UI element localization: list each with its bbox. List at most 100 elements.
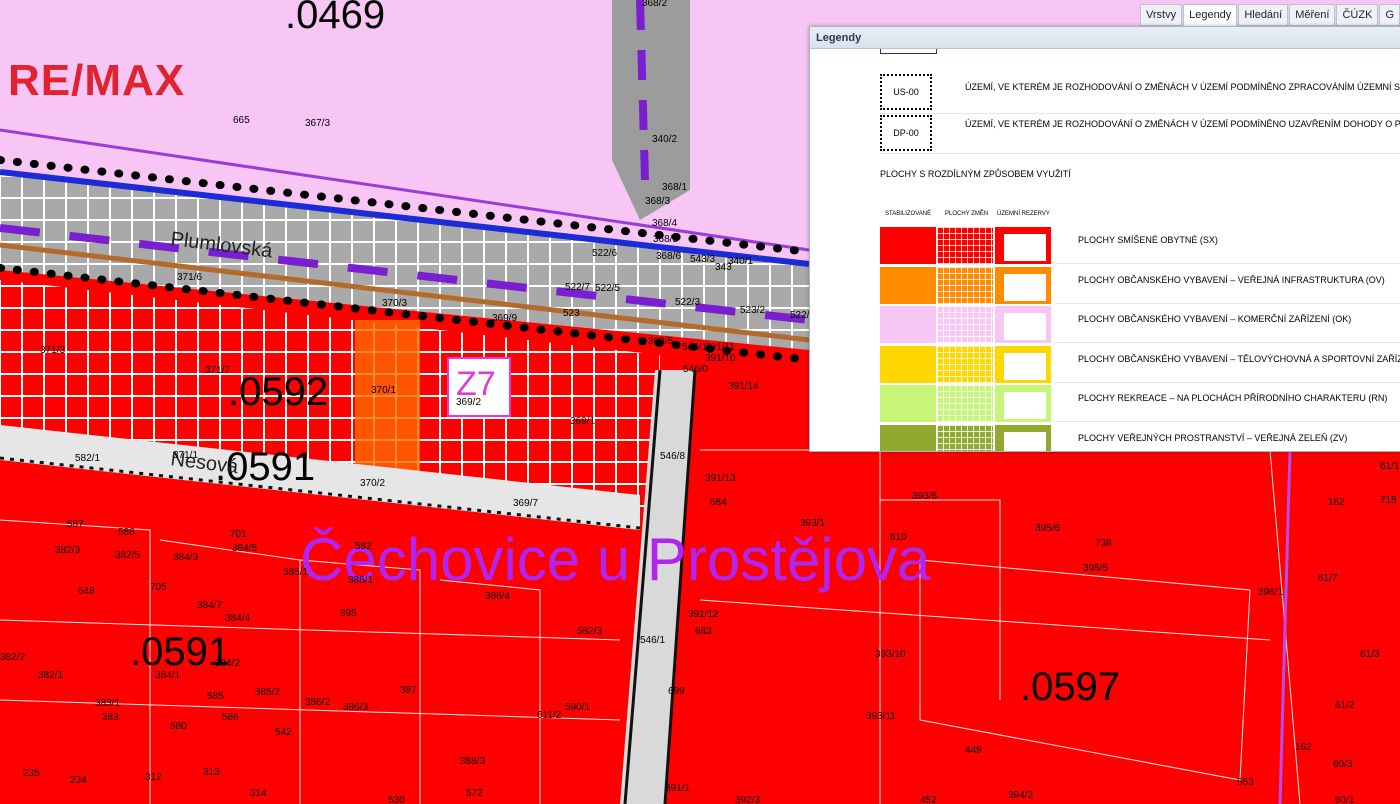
- parcel-number: 61/2: [1335, 700, 1355, 711]
- parcel-number: 340/2: [652, 134, 677, 145]
- swatch-change: [937, 306, 993, 343]
- parcel-number: 385/1: [283, 567, 308, 578]
- swatch-change: [937, 385, 993, 422]
- separator: [1055, 421, 1400, 422]
- parcel-number: 449: [965, 745, 982, 756]
- swatch-reserve: [995, 266, 1051, 304]
- legend-title: Legendy: [810, 27, 1400, 49]
- parcel-number: 391/11: [705, 342, 735, 353]
- parcel-number: 530: [388, 795, 405, 804]
- swatch-reserve: [995, 306, 1051, 343]
- parcel-number: 384/2: [215, 658, 240, 669]
- parcel-number: 313: [203, 767, 220, 778]
- parcel-number: 665: [233, 115, 250, 126]
- parcel-number: 368/6: [656, 251, 681, 262]
- parcel-number: 543/3: [690, 254, 715, 265]
- swatch-change: [937, 345, 993, 383]
- parcel-number: 394/2: [1008, 790, 1033, 801]
- separator: [1055, 263, 1400, 264]
- parcel-number: 368/4: [652, 218, 677, 229]
- parcel-number: 370/1: [371, 385, 396, 396]
- parcel-number: 391/14: [728, 381, 759, 392]
- symbol-us00: US-00: [880, 74, 932, 110]
- swatch-stabilized: [880, 385, 936, 422]
- parcel-number: 387: [400, 685, 417, 696]
- parcel-number: 60/3: [1333, 759, 1353, 770]
- parcel-number: 370/3: [382, 298, 407, 309]
- swatch-stabilized: [880, 266, 936, 304]
- parcel-number: 523: [563, 308, 580, 319]
- swatch-reserve: [995, 424, 1051, 451]
- tab-legendy[interactable]: Legendy: [1183, 4, 1238, 26]
- parcel-number: 563: [1237, 777, 1254, 788]
- parcel-number: 162: [1295, 742, 1312, 753]
- tab-vrstvy[interactable]: Vrstvy: [1139, 4, 1183, 26]
- parcel-number: 522/7: [565, 282, 590, 293]
- parcel-number: 705: [150, 582, 167, 593]
- parcel-number: 395/5: [1083, 563, 1108, 574]
- parcel-number: 395: [340, 608, 357, 619]
- parcel-number: 367/3: [305, 118, 330, 129]
- col-stabilized: STABILIZOVANÉ: [885, 211, 932, 217]
- col-changes: PLOCHY ZMĚN: [945, 211, 989, 217]
- symbol-dp00-text: ÚZEMÍ, VE KTERÉM JE ROZHODOVÁNÍ O ZMĚNÁC…: [965, 119, 1400, 129]
- category-label: PLOCHY SMÍŠENÉ OBYTNÉ (SX): [1078, 235, 1218, 245]
- parcel-number: 542: [275, 727, 292, 738]
- swatch-reserve-inner: [1004, 234, 1046, 261]
- parcel-number: 369/7: [513, 498, 538, 509]
- parcel-number: 388/4: [485, 591, 510, 602]
- parcel-number: 393/1: [800, 518, 825, 529]
- swatch-change: [937, 266, 993, 304]
- legend-section-title: PLOCHY S ROZDÍLNÝM ZPŮSOBEM VYUŽITÍ: [880, 169, 1071, 179]
- parcel-number: 572: [466, 788, 483, 799]
- block-label-0592: .0592: [228, 370, 328, 414]
- parcel-number: 393/11: [866, 711, 896, 722]
- parcel-number: 368/3: [645, 196, 670, 207]
- parcel-number: 234: [70, 775, 87, 786]
- tab-cuzk[interactable]: ČÚZK: [1336, 4, 1379, 26]
- parcel-number: 582/3: [577, 626, 602, 637]
- parcel-number: 162: [1328, 497, 1345, 508]
- separator: [880, 113, 1400, 114]
- parcel-number: 738: [1095, 538, 1112, 549]
- parcel-number: 340/1: [728, 256, 753, 267]
- parcel-number: 385/2: [255, 687, 280, 698]
- symbol-us00-text: ÚZEMÍ, VE KTERÉM JE ROZHODOVÁNÍ O ZMĚNÁC…: [965, 82, 1400, 92]
- parcel-number: 370/2: [360, 478, 385, 489]
- parcel-number: 371/1: [173, 450, 198, 461]
- parcel-number: 452: [920, 795, 937, 804]
- legend-panel[interactable]: Legendy US-00 ÚZEMÍ, VE KTERÉM JE ROZHOD…: [809, 26, 1400, 452]
- swatch-reserve-inner: [1004, 392, 1046, 419]
- tab-mereni[interactable]: Měření: [1289, 4, 1336, 26]
- parcel-number: 382/1: [38, 670, 63, 681]
- parcel-number: 683: [695, 626, 712, 637]
- parcel-number: 384/3: [173, 552, 198, 563]
- zone-orange: [355, 320, 420, 490]
- parcel-number: 523/2: [740, 305, 765, 316]
- parcel-number: 235: [23, 768, 40, 779]
- swatch-stabilized: [880, 306, 936, 343]
- parcel-number: 384/5: [232, 543, 257, 554]
- parcel-number: 384/1: [155, 670, 180, 681]
- tab-hledani[interactable]: Hledání: [1238, 4, 1289, 26]
- parcel-number: 585: [207, 691, 224, 702]
- category-label: PLOCHY OBČANSKÉHO VYBAVENÍ – KOMERČNÍ ZA…: [1078, 314, 1352, 324]
- parcel-number: 314: [250, 788, 267, 799]
- parcel-number: 586: [118, 527, 135, 538]
- separator: [1055, 342, 1400, 343]
- parcel-number: 546/1: [682, 342, 707, 353]
- town-label: Čechovice u Prostějova: [300, 526, 931, 593]
- tab-g[interactable]: G: [1379, 4, 1400, 26]
- parcel-number: 522/3: [675, 297, 700, 308]
- parcel-number: 61/3: [1360, 649, 1380, 660]
- parcel-number: 546/8: [660, 451, 685, 462]
- parcel-number: 715: [1380, 495, 1397, 506]
- separator: [1055, 381, 1400, 383]
- parcel-number: 610: [890, 532, 907, 543]
- tab-bar: Vrstvy Legendy Hledání Měření ČÚZK G: [1139, 4, 1400, 26]
- parcel-number: 522/5: [595, 283, 620, 294]
- parcel-number: 382/3: [55, 545, 80, 556]
- parcel-number: 383: [102, 712, 119, 723]
- parcel-number: 369/1: [570, 416, 595, 427]
- parcel-number: 582: [355, 541, 372, 552]
